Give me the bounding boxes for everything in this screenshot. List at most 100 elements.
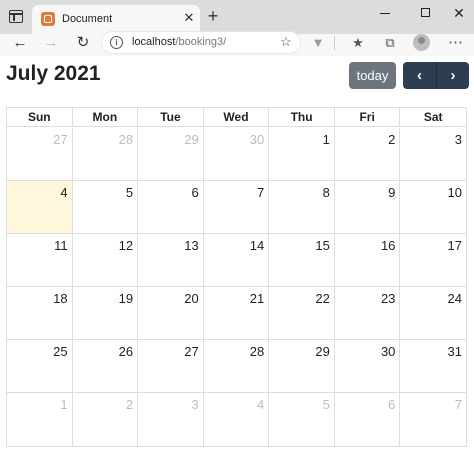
- day-cell[interactable]: 17: [400, 234, 466, 286]
- maximize-button[interactable]: [415, 4, 437, 22]
- day-number[interactable]: 6: [388, 397, 395, 412]
- day-number[interactable]: 1: [60, 397, 67, 412]
- close-window-button[interactable]: ✕: [448, 4, 470, 22]
- day-number[interactable]: 8: [323, 185, 330, 200]
- day-number[interactable]: 22: [315, 291, 329, 306]
- day-number[interactable]: 18: [53, 291, 67, 306]
- tab-close-icon[interactable]: ✕: [182, 10, 196, 26]
- day-number[interactable]: 15: [315, 238, 329, 253]
- shield-icon[interactable]: ▼: [308, 34, 328, 52]
- day-cell[interactable]: 19: [73, 287, 139, 339]
- day-cell[interactable]: 5: [73, 181, 139, 233]
- browser-tab[interactable]: Document ✕: [32, 5, 200, 34]
- day-cell[interactable]: 20: [138, 287, 204, 339]
- day-cell[interactable]: 1: [269, 128, 335, 180]
- day-cell-today[interactable]: 4: [7, 181, 73, 233]
- day-cell[interactable]: 22: [269, 287, 335, 339]
- day-number[interactable]: 3: [455, 132, 462, 147]
- day-number[interactable]: 6: [191, 185, 198, 200]
- day-number[interactable]: 3: [191, 397, 198, 412]
- day-cell[interactable]: 24: [400, 287, 466, 339]
- day-cell[interactable]: 27: [138, 340, 204, 392]
- day-number[interactable]: 26: [119, 344, 133, 359]
- day-number[interactable]: 4: [257, 397, 264, 412]
- tab-actions-icon[interactable]: [9, 10, 23, 23]
- day-number[interactable]: 2: [388, 132, 395, 147]
- day-number[interactable]: 19: [119, 291, 133, 306]
- day-number[interactable]: 17: [448, 238, 462, 253]
- favorites-icon[interactable]: ★: [348, 34, 368, 52]
- day-cell[interactable]: 27: [7, 128, 73, 180]
- day-number[interactable]: 25: [53, 344, 67, 359]
- day-number[interactable]: 30: [250, 132, 264, 147]
- day-number[interactable]: 21: [250, 291, 264, 306]
- day-cell[interactable]: 26: [73, 340, 139, 392]
- day-number[interactable]: 5: [126, 185, 133, 200]
- day-number[interactable]: 1: [323, 132, 330, 147]
- url-text[interactable]: localhost/booking3/: [132, 36, 226, 48]
- day-number[interactable]: 11: [54, 238, 68, 253]
- day-cell[interactable]: 6: [138, 181, 204, 233]
- day-cell[interactable]: 1: [7, 393, 73, 446]
- day-cell[interactable]: 14: [204, 234, 270, 286]
- site-info-icon[interactable]: i: [110, 36, 123, 49]
- day-cell[interactable]: 31: [400, 340, 466, 392]
- day-number[interactable]: 13: [184, 238, 198, 253]
- today-button[interactable]: today: [349, 62, 396, 89]
- day-number[interactable]: 27: [184, 344, 198, 359]
- day-number[interactable]: 28: [119, 132, 133, 147]
- day-cell[interactable]: 18: [7, 287, 73, 339]
- day-number[interactable]: 14: [250, 238, 264, 253]
- day-number[interactable]: 12: [119, 238, 133, 253]
- more-menu-icon[interactable]: ⋯: [446, 34, 466, 52]
- day-number[interactable]: 24: [448, 291, 462, 306]
- day-number[interactable]: 29: [315, 344, 329, 359]
- reload-icon[interactable]: ↻: [72, 34, 94, 52]
- day-cell[interactable]: 21: [204, 287, 270, 339]
- day-cell[interactable]: 16: [335, 234, 401, 286]
- minimize-button[interactable]: [374, 4, 396, 22]
- day-number[interactable]: 29: [184, 132, 198, 147]
- day-cell[interactable]: 6: [335, 393, 401, 446]
- day-cell[interactable]: 4: [204, 393, 270, 446]
- day-cell[interactable]: 30: [204, 128, 270, 180]
- day-number[interactable]: 23: [381, 291, 395, 306]
- day-cell[interactable]: 9: [335, 181, 401, 233]
- day-cell[interactable]: 25: [7, 340, 73, 392]
- day-cell[interactable]: 28: [204, 340, 270, 392]
- day-number[interactable]: 31: [448, 344, 462, 359]
- prev-month-button[interactable]: ‹: [403, 62, 436, 89]
- new-tab-button[interactable]: +: [204, 7, 222, 25]
- day-cell[interactable]: 10: [400, 181, 466, 233]
- day-cell[interactable]: 28: [73, 128, 139, 180]
- day-cell[interactable]: 13: [138, 234, 204, 286]
- day-number[interactable]: 5: [323, 397, 330, 412]
- next-month-button[interactable]: ›: [436, 62, 469, 89]
- back-arrow-icon[interactable]: ←: [9, 34, 31, 52]
- forward-arrow-icon[interactable]: →: [40, 34, 62, 52]
- day-cell[interactable]: 23: [335, 287, 401, 339]
- day-cell[interactable]: 2: [73, 393, 139, 446]
- day-number[interactable]: 9: [388, 185, 395, 200]
- day-cell[interactable]: 11: [7, 234, 73, 286]
- day-number[interactable]: 7: [455, 397, 462, 412]
- collections-icon[interactable]: ⧉: [380, 34, 400, 52]
- day-number[interactable]: 30: [381, 344, 395, 359]
- profile-avatar-icon[interactable]: [413, 34, 430, 51]
- day-cell[interactable]: 7: [204, 181, 270, 233]
- day-cell[interactable]: 2: [335, 128, 401, 180]
- day-cell[interactable]: 7: [400, 393, 466, 446]
- day-number[interactable]: 2: [126, 397, 133, 412]
- day-number[interactable]: 10: [448, 185, 462, 200]
- day-cell[interactable]: 12: [73, 234, 139, 286]
- day-cell[interactable]: 15: [269, 234, 335, 286]
- day-cell[interactable]: 5: [269, 393, 335, 446]
- add-favorite-icon[interactable]: ☆: [280, 34, 292, 50]
- day-number[interactable]: 16: [381, 238, 395, 253]
- day-cell[interactable]: 30: [335, 340, 401, 392]
- day-number[interactable]: 7: [257, 185, 264, 200]
- day-cell[interactable]: 29: [269, 340, 335, 392]
- day-cell[interactable]: 3: [138, 393, 204, 446]
- day-number[interactable]: 4: [60, 185, 67, 200]
- day-cell[interactable]: 8: [269, 181, 335, 233]
